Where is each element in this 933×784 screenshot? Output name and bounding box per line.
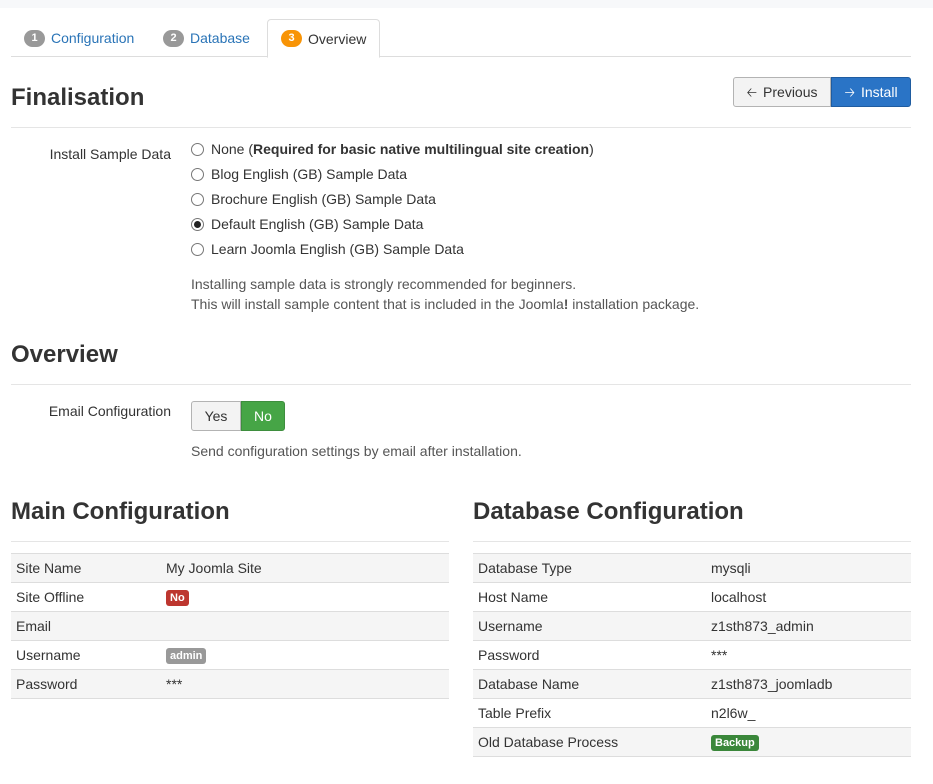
tab-label: Configuration: [51, 30, 135, 46]
table-row: Table Prefix n2l6w_: [473, 698, 911, 728]
row-value: My Joomla Site: [161, 553, 449, 583]
row-label: Site Offline: [11, 582, 161, 612]
radio-label: Brochure English (GB) Sample Data: [211, 191, 436, 207]
row-value: mysqli: [706, 553, 911, 583]
radio-learn[interactable]: Learn Joomla English (GB) Sample Data: [191, 241, 464, 257]
row-label: Database Type: [473, 553, 706, 583]
row-label: Username: [473, 611, 706, 641]
previous-button[interactable]: 🡠 Previous: [733, 77, 831, 107]
step-number-badge: 2: [163, 29, 184, 47]
row-value: admin: [161, 640, 449, 670]
table-row: Email: [11, 611, 449, 641]
table-row: Database Name z1sth873_joomladb: [473, 669, 911, 699]
sample-data-help: Installing sample data is strongly recom…: [191, 276, 700, 312]
install-button[interactable]: 🡢 Install: [831, 77, 911, 107]
radio-label: Blog English (GB) Sample Data: [211, 166, 408, 182]
install-steps-tabs: 1 Configuration 2 Database 3 Overview: [11, 19, 911, 58]
step-number-badge: 3: [281, 30, 302, 47]
row-label: Site Name: [11, 553, 161, 583]
radio-button[interactable]: [191, 167, 204, 181]
row-label: Database Name: [473, 669, 706, 699]
radio-none[interactable]: None (Required for basic native multilin…: [191, 141, 594, 157]
table-row: Username admin: [11, 640, 449, 670]
wizard-nav: 🡠 Previous 🡢 Install: [733, 77, 911, 107]
radio-label: None (Required for basic native multilin…: [211, 141, 594, 157]
radio-blog[interactable]: Blog English (GB) Sample Data: [191, 166, 407, 182]
table-row: Site Name My Joomla Site: [11, 553, 449, 583]
divider: [473, 541, 911, 542]
tab-label: Overview: [308, 30, 367, 47]
db-config-table: Database Type mysqli Host Name localhost…: [473, 553, 911, 757]
row-value: ***: [161, 669, 449, 699]
no-button[interactable]: No: [241, 401, 285, 431]
divider: [11, 541, 449, 542]
tab-overview[interactable]: 3 Overview: [267, 19, 381, 58]
row-value: z1sth873_admin: [706, 611, 911, 641]
finalisation-heading: Finalisation: [11, 84, 145, 111]
divider: [11, 384, 911, 385]
row-label: Old Database Process: [473, 727, 706, 757]
row-value: localhost: [706, 582, 911, 612]
radio-label: Default English (GB) Sample Data: [211, 216, 424, 232]
row-value: Backup: [706, 727, 911, 757]
overview-heading: Overview: [11, 341, 118, 368]
arrow-right-icon: 🡢: [844, 84, 855, 100]
email-config-help: Send configuration settings by email aft…: [191, 443, 522, 459]
email-config-label: Email Configuration: [48, 403, 171, 419]
radio-default[interactable]: Default English (GB) Sample Data: [191, 216, 423, 232]
radio-button-checked[interactable]: [191, 217, 204, 231]
arrow-left-icon: 🡠: [746, 84, 758, 100]
row-value: No: [161, 582, 449, 612]
row-value: n2l6w_: [706, 698, 911, 728]
row-label: Table Prefix: [473, 698, 706, 728]
sample-data-label: Install Sample Data: [49, 146, 171, 162]
tab-label: Database: [190, 30, 250, 46]
status-badge: No: [166, 590, 189, 606]
row-label: Password: [11, 669, 161, 699]
db-config-heading: Database Configuration: [473, 498, 744, 525]
install-label: Install: [860, 84, 898, 100]
table-row: Password ***: [11, 669, 449, 699]
row-value: ***: [706, 640, 911, 670]
table-row: Old Database Process Backup: [473, 727, 911, 757]
email-config-toggle: Yes No: [191, 401, 285, 431]
radio-button[interactable]: [191, 192, 204, 206]
divider: [11, 127, 911, 128]
backup-badge: Backup: [711, 735, 759, 751]
row-value: z1sth873_joomladb: [706, 669, 911, 699]
row-label: Email: [11, 611, 161, 641]
main-config-heading: Main Configuration: [11, 498, 230, 525]
tab-configuration[interactable]: 1 Configuration: [11, 19, 147, 57]
table-row: Host Name localhost: [473, 582, 911, 612]
row-value: [161, 611, 449, 641]
step-number-badge: 1: [24, 29, 45, 47]
previous-label: Previous: [763, 84, 818, 100]
row-label: Host Name: [473, 582, 706, 612]
row-label: Password: [473, 640, 706, 670]
radio-brochure[interactable]: Brochure English (GB) Sample Data: [191, 191, 436, 207]
radio-label: Learn Joomla English (GB) Sample Data: [211, 241, 464, 257]
username-badge: admin: [166, 648, 207, 664]
tab-database[interactable]: 2 Database: [150, 19, 263, 57]
yes-button[interactable]: Yes: [191, 401, 241, 431]
radio-button[interactable]: [191, 142, 204, 156]
table-row: Database Type mysqli: [473, 553, 911, 583]
table-row: Site Offline No: [11, 582, 449, 612]
table-row: Password ***: [473, 640, 911, 670]
table-row: Username z1sth873_admin: [473, 611, 911, 641]
main-config-table: Site Name My Joomla Site Site Offline No…: [11, 553, 449, 699]
radio-button[interactable]: [191, 242, 204, 256]
row-label: Username: [11, 640, 161, 670]
top-band: [0, 0, 933, 8]
